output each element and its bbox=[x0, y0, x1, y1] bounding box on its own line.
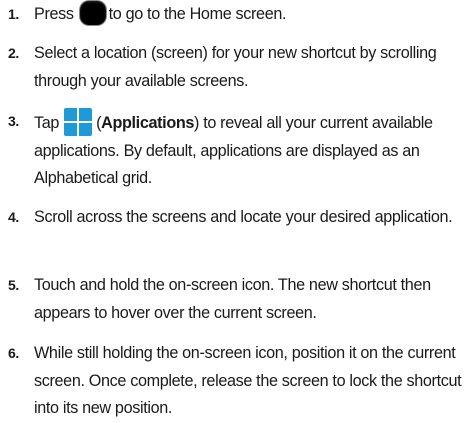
step-number: 6. bbox=[8, 345, 19, 361]
step-1: 1. Press to go to the Home screen. bbox=[8, 1, 470, 29]
step-6: 6. While still holding the on-screen ico… bbox=[8, 340, 470, 423]
step-number: 2. bbox=[8, 45, 19, 61]
step-text: Press to go to the Home screen. bbox=[34, 1, 470, 29]
instruction-steps: 1. Press to go to the Home screen. 2. Sel… bbox=[0, 0, 471, 423]
step-number: 1. bbox=[8, 6, 19, 22]
step-text: Select a location (screen) for your new … bbox=[34, 44, 437, 90]
step-5: 5. Touch and hold the on-screen icon. Th… bbox=[8, 272, 470, 327]
step-text: Touch and hold the on-screen icon. The n… bbox=[34, 276, 431, 322]
step-2: 2. Select a location (screen) for your n… bbox=[8, 40, 470, 95]
step-text-before: Press bbox=[34, 5, 74, 23]
step-number: 4. bbox=[8, 209, 19, 225]
applications-label: Applications bbox=[101, 114, 195, 132]
step-text: While still holding the on-screen icon, … bbox=[34, 344, 462, 417]
step-text: Scroll across the screens and locate you… bbox=[34, 208, 453, 226]
step-4: 4. Scroll across the screens and locate … bbox=[8, 204, 470, 232]
step-number: 5. bbox=[8, 277, 19, 293]
step-number: 3. bbox=[8, 113, 19, 129]
step-text-before: Tap bbox=[34, 114, 60, 132]
step-text-after: to go to the Home screen. bbox=[108, 5, 287, 23]
step-3: 3. Tap (Applications) to reveal all your … bbox=[8, 108, 470, 193]
step-text-after: ) to reveal all your current available a… bbox=[34, 114, 433, 187]
home-button-icon bbox=[79, 1, 106, 25]
step-text: Tap (Applications) to reveal all your cur… bbox=[34, 108, 470, 193]
applications-icon bbox=[64, 108, 93, 136]
